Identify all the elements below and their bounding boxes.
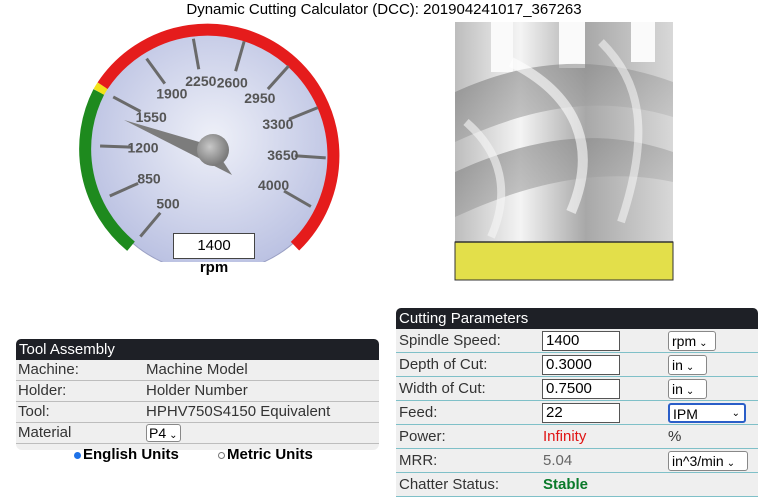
tool-value: HPHV750S4150 Equivalent <box>146 403 331 420</box>
chevron-down-icon: ⌄ <box>169 430 178 441</box>
gauge-tick-label: 850 <box>137 170 161 186</box>
depth-of-cut-label: Depth of Cut: <box>399 356 488 373</box>
chatter-status-value: Stable <box>543 476 589 493</box>
gauge-tick-label: 3650 <box>267 147 298 163</box>
tool-assembly-header: Tool Assembly <box>16 339 379 360</box>
width-of-cut-input[interactable]: 0.7500 <box>542 379 620 399</box>
mrr-label: MRR: <box>399 452 438 469</box>
depth-unit-select[interactable]: in ⌄ <box>668 355 707 375</box>
width-unit-value: in <box>672 381 683 397</box>
cutting-parameters-header: Cutting Parameters <box>396 308 758 329</box>
spindle-unit-select[interactable]: rpm ⌄ <box>668 331 716 351</box>
power-unit: % <box>668 428 682 445</box>
end-mill-image <box>454 22 674 281</box>
gauge-tick-mark <box>100 144 132 149</box>
material-select[interactable]: P4 ⌄ <box>146 424 181 442</box>
mrr-value: 5.04 <box>543 452 573 469</box>
metric-units-radio[interactable] <box>218 451 225 459</box>
material-row: Material P4 ⌄ <box>16 423 379 444</box>
gauge-unit-label: rpm <box>199 259 229 276</box>
mrr-unit-select[interactable]: in^3/min ⌄ <box>668 451 748 471</box>
english-units-radio[interactable] <box>74 451 81 459</box>
feed-input[interactable]: 22 <box>542 403 620 423</box>
spindle-speed-label: Spindle Speed: <box>399 332 501 349</box>
gauge-tick-label: 2950 <box>244 90 275 106</box>
depth-unit-value: in <box>672 357 683 373</box>
width-unit-select[interactable]: in ⌄ <box>668 379 707 399</box>
tool-assembly-panel: Tool Assembly Machine: Machine Model Hol… <box>16 339 379 450</box>
power-value: Infinity <box>543 428 587 445</box>
metric-units-label: Metric Units <box>227 446 313 463</box>
gauge-tick-label: 4000 <box>258 177 289 193</box>
feed-unit-select[interactable]: IPM ⌄ <box>668 403 746 423</box>
gauge-yellow-zone <box>93 82 108 95</box>
depth-of-cut-row: Depth of Cut: 0.3000 in ⌄ <box>396 353 758 377</box>
depth-of-cut-input[interactable]: 0.3000 <box>542 355 620 375</box>
feed-label: Feed: <box>399 404 438 421</box>
gauge-tick-label: 2600 <box>217 75 248 91</box>
chevron-down-icon: ⌄ <box>699 338 708 349</box>
holder-value: Holder Number <box>146 382 248 399</box>
chatter-status-label: Chatter Status: <box>399 476 500 493</box>
material-select-value: P4 <box>149 425 167 441</box>
english-units-label: English Units <box>83 446 179 463</box>
width-of-cut-label: Width of Cut: <box>399 380 486 397</box>
power-row: Power: Infinity % <box>396 425 758 449</box>
mrr-row: MRR: 5.04 in^3/min ⌄ <box>396 449 758 473</box>
gauge-tick-label: 1550 <box>136 109 167 125</box>
chatter-status-row: Chatter Status: Stable <box>396 473 758 497</box>
machine-value: Machine Model <box>146 361 248 378</box>
feed-unit-value: IPM <box>673 406 698 422</box>
mrr-unit-value: in^3/min <box>672 453 724 469</box>
chevron-down-icon: ⌄ <box>685 362 695 373</box>
spindle-unit-value: rpm <box>672 333 697 349</box>
chevron-down-icon: ⌄ <box>731 408 740 419</box>
page-title: Dynamic Cutting Calculator (DCC): 201904… <box>186 1 582 18</box>
gauge-hub <box>197 134 229 166</box>
power-label: Power: <box>399 428 446 445</box>
tool-row: Tool: HPHV750S4150 Equivalent <box>16 402 379 423</box>
holder-label: Holder: <box>18 382 67 399</box>
spindle-speed-gauge: 500 850 1200 1550 19002250 26002950 3300 3650 40… <box>79 23 340 262</box>
chevron-down-icon: ⌄ <box>685 386 695 397</box>
spindle-speed-input[interactable]: 1400 <box>542 331 620 351</box>
chevron-down-icon: ⌄ <box>726 458 736 469</box>
spindle-speed-row: Spindle Speed: 1400 rpm ⌄ <box>396 329 758 353</box>
width-of-cut-row: Width of Cut: 0.7500 in ⌄ <box>396 377 758 401</box>
feed-row: Feed: 22 IPM ⌄ <box>396 401 758 425</box>
gauge-tick-label: 3300 <box>262 116 293 132</box>
gauge-tick-label: 1900 <box>156 85 187 101</box>
spindle-speed-readout: 1400 <box>173 233 255 259</box>
gauge-tick-label: 1200 <box>127 140 158 156</box>
machine-row: Machine: Machine Model <box>16 360 379 381</box>
depth-of-cut-highlight <box>455 242 673 280</box>
cutting-parameters-panel: Cutting Parameters Spindle Speed: 1400 r… <box>396 308 758 497</box>
metric-units-option[interactable]: Metric Units <box>218 446 313 463</box>
english-units-option[interactable]: English Units <box>74 446 179 463</box>
gauge-tick-label: 2250 <box>185 73 216 89</box>
tool-assembly-footer <box>16 444 379 450</box>
holder-row: Holder: Holder Number <box>16 381 379 402</box>
tool-label: Tool: <box>18 403 50 420</box>
gauge-tick-label: 500 <box>156 196 180 212</box>
material-label: Material <box>18 424 72 441</box>
machine-label: Machine: <box>18 361 79 378</box>
